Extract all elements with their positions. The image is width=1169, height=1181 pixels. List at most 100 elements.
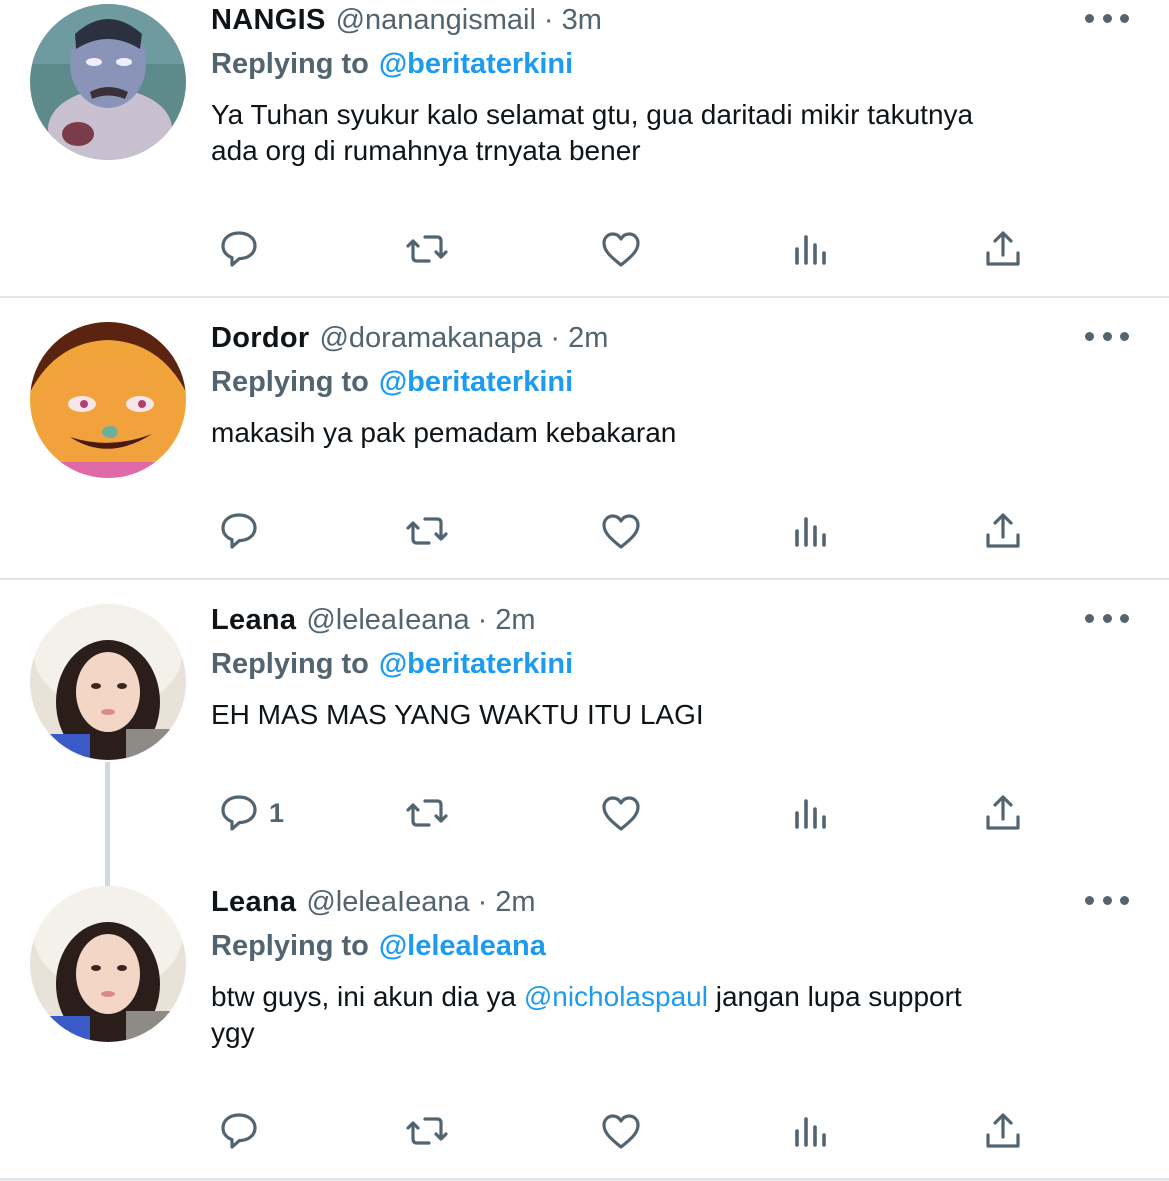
- user-handle[interactable]: @leleaIeana: [306, 882, 469, 922]
- tweet[interactable]: Leana @leleaIeana · 2m Replying to @lelea…: [0, 882, 1169, 1178]
- analytics-button[interactable]: [787, 1106, 835, 1156]
- timestamp[interactable]: 2m: [495, 882, 535, 922]
- replying-to: Replying to @leleaIeana: [211, 926, 546, 966]
- like-button[interactable]: [597, 506, 645, 556]
- action-bar: [211, 506, 1111, 556]
- display-name[interactable]: Leana: [211, 600, 296, 640]
- tweet-text: makasih ya pak pemadam kebakaran: [211, 415, 1111, 451]
- reply-icon: [221, 231, 257, 267]
- separator: ·: [543, 4, 554, 36]
- share-button[interactable]: [979, 788, 1027, 838]
- tweet-text: btw guys, ini akun dia ya @nicholaspaul …: [211, 979, 1111, 1051]
- share-button[interactable]: [979, 506, 1027, 556]
- replying-label: Replying to: [211, 48, 369, 80]
- avatar[interactable]: [30, 4, 186, 160]
- tweet-text-segment: jangan lupa support: [707, 981, 962, 1012]
- tweet[interactable]: NANGIS @nanangismail · 3m Replying to @be…: [0, 0, 1169, 296]
- analytics-button[interactable]: [787, 506, 835, 556]
- reply-button[interactable]: [215, 1106, 269, 1156]
- retweet-icon: [406, 235, 448, 263]
- tweet[interactable]: Leana @leleaIeana · 2m Replying to @berit…: [0, 600, 1169, 870]
- like-icon: [602, 514, 640, 549]
- analytics-button[interactable]: [787, 224, 835, 274]
- share-icon: [986, 231, 1020, 266]
- replying-label: Replying to: [211, 648, 369, 680]
- display-name[interactable]: NANGIS: [211, 0, 326, 40]
- tweet-text-segment: btw guys, ini akun dia ya: [211, 981, 524, 1012]
- user-handle[interactable]: @nanangismail: [336, 0, 536, 40]
- analytics-icon: [795, 799, 826, 829]
- share-button[interactable]: [979, 1106, 1027, 1156]
- retweet-icon: [406, 799, 448, 827]
- more-icon[interactable]: [1085, 896, 1129, 910]
- retweet-icon: [406, 1117, 448, 1145]
- timestamp[interactable]: 3m: [562, 0, 602, 40]
- retweet-button[interactable]: [403, 224, 451, 274]
- reply-icon: [221, 795, 257, 831]
- like-icon: [602, 232, 640, 267]
- display-name[interactable]: Leana: [211, 882, 296, 922]
- tweet-text-line: ada org di rumahnya trnyata bener: [211, 135, 641, 166]
- action-bar: 1: [211, 788, 1111, 838]
- like-button[interactable]: [597, 1106, 645, 1156]
- analytics-icon: [795, 235, 826, 265]
- avatar[interactable]: [30, 886, 186, 1042]
- reply-button[interactable]: [215, 224, 269, 274]
- divider: [0, 578, 1169, 580]
- display-name[interactable]: Dordor: [211, 318, 309, 358]
- share-icon: [986, 795, 1020, 830]
- like-icon: [602, 1114, 640, 1149]
- reply-button[interactable]: [215, 506, 269, 556]
- retweet-button[interactable]: [403, 506, 451, 556]
- replying-label: Replying to: [211, 930, 369, 962]
- tweet-text-line: Ya Tuhan syukur kalo selamat gtu, gua da…: [211, 99, 974, 130]
- replying-mention[interactable]: @beritaterkini: [379, 366, 573, 398]
- timestamp[interactable]: 2m: [495, 600, 535, 640]
- separator: ·: [477, 604, 488, 636]
- retweet-icon: [406, 517, 448, 545]
- more-icon[interactable]: [1085, 14, 1129, 28]
- more-icon[interactable]: [1085, 614, 1129, 628]
- replying-to: Replying to @beritaterkini: [211, 44, 573, 84]
- timestamp[interactable]: 2m: [568, 318, 608, 358]
- action-bar: [211, 224, 1111, 274]
- share-icon: [986, 1113, 1020, 1148]
- analytics-button[interactable]: [787, 788, 835, 838]
- tweet-text-line: EH MAS MAS YANG WAKTU ITU LAGI: [211, 699, 704, 730]
- avatar[interactable]: [30, 604, 186, 760]
- avatar[interactable]: [30, 322, 186, 478]
- user-handle[interactable]: @doramakanapa: [319, 318, 542, 358]
- divider: [0, 296, 1169, 298]
- retweet-button[interactable]: [403, 788, 451, 838]
- tweet-text: Ya Tuhan syukur kalo selamat gtu, gua da…: [211, 97, 1111, 169]
- share-icon: [986, 513, 1020, 548]
- reply-icon: [221, 1113, 257, 1149]
- action-bar: [211, 1106, 1111, 1156]
- separator: ·: [550, 322, 561, 354]
- reply-icon: [221, 513, 257, 549]
- reply-button[interactable]: 1: [215, 788, 284, 838]
- more-icon[interactable]: [1085, 332, 1129, 346]
- replying-mention[interactable]: @beritaterkini: [379, 48, 573, 80]
- share-button[interactable]: [979, 224, 1027, 274]
- analytics-icon: [795, 517, 826, 547]
- user-handle[interactable]: @leleaIeana: [306, 600, 469, 640]
- retweet-button[interactable]: [403, 1106, 451, 1156]
- mention-link[interactable]: @nicholaspaul: [524, 981, 708, 1012]
- replying-to: Replying to @beritaterkini: [211, 644, 573, 684]
- replying-label: Replying to: [211, 366, 369, 398]
- replying-to: Replying to @beritaterkini: [211, 362, 573, 402]
- separator: ·: [477, 886, 488, 918]
- like-button[interactable]: [597, 788, 645, 838]
- replying-mention[interactable]: @beritaterkini: [379, 648, 573, 680]
- tweet-text: EH MAS MAS YANG WAKTU ITU LAGI: [211, 697, 1111, 733]
- tweet[interactable]: Dordor @doramakanapa · 2m Replying to @be…: [0, 318, 1169, 578]
- like-button[interactable]: [597, 224, 645, 274]
- analytics-icon: [795, 1117, 826, 1147]
- tweet-text-line: makasih ya pak pemadam kebakaran: [211, 417, 677, 448]
- tweet-text-line: btw guys, ini akun dia ya @nicholaspaul …: [211, 979, 1111, 1015]
- tweet-text-line: ygy: [211, 1017, 255, 1048]
- like-icon: [602, 796, 640, 831]
- replying-mention[interactable]: @leleaIeana: [379, 930, 546, 962]
- reply-count: 1: [269, 797, 285, 828]
